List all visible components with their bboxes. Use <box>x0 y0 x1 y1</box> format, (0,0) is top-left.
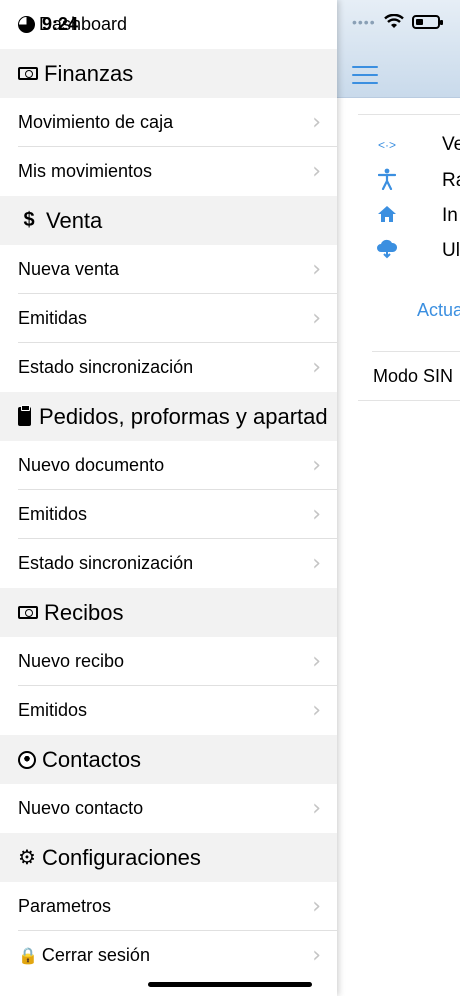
menu-item-label: Emitidas <box>18 308 88 328</box>
section-title: Configuraciones <box>41 844 201 870</box>
gear-icon: ⚙ <box>18 847 36 869</box>
section-header-venta: $ Venta <box>0 196 337 245</box>
chevron-right-icon: › <box>312 355 321 380</box>
chevron-right-icon: › <box>312 698 321 723</box>
code-icon: <·> <box>377 138 396 152</box>
clipboard-icon <box>18 405 31 426</box>
chevron-right-icon: › <box>312 110 321 135</box>
wifi-icon <box>383 14 404 28</box>
chevron-right-icon: › <box>312 257 321 282</box>
menu-item-label: Nuevo documento <box>18 455 165 475</box>
section-title: Contactos <box>42 746 142 772</box>
lock-icon: 🔒 <box>18 947 38 965</box>
section-title: Pedidos, proformas y apartad <box>39 403 328 429</box>
money-icon <box>18 67 38 80</box>
contacts-icon <box>18 750 36 769</box>
info-row-label: Ra <box>442 170 460 191</box>
chevron-right-icon: › <box>312 796 321 821</box>
accessibility-icon <box>372 168 402 195</box>
pie-chart-icon <box>18 16 35 33</box>
menu-item-pedidos-1[interactable]: Emitidos › <box>0 490 337 539</box>
menu-item-venta-1[interactable]: Emitidas › <box>0 294 337 343</box>
menu-item-label: Nueva venta <box>18 259 120 279</box>
section-header-recibos: Recibos <box>0 588 337 637</box>
menu-list: Finanzas Movimiento de caja › Mis movimient… <box>0 49 337 980</box>
menu-item-label: Emitidos <box>18 700 88 720</box>
menu-item-finanzas-0[interactable]: Movimiento de caja › <box>0 98 337 147</box>
menu-item-contactos-0[interactable]: Nuevo contacto › <box>0 784 337 833</box>
info-row-label: In <box>442 205 458 226</box>
chevron-right-icon: › <box>312 943 321 968</box>
chevron-right-icon: › <box>312 159 321 184</box>
menu-item-config-1[interactable]: 🔒 Cerrar sesión › <box>0 931 337 980</box>
section-title: Venta <box>46 207 103 233</box>
chevron-right-icon: › <box>312 453 321 478</box>
menu-item-pedidos-0[interactable]: Nuevo documento › <box>0 441 337 490</box>
hamburger-menu-icon[interactable] <box>352 66 378 84</box>
info-row-label: Ve <box>442 134 460 155</box>
menu-item-venta-0[interactable]: Nueva venta › <box>0 245 337 294</box>
menu-item-config-0[interactable]: Parametros › <box>0 882 337 931</box>
divider <box>372 351 460 352</box>
divider <box>358 400 460 401</box>
info-row-cloud: Ul <box>372 236 460 266</box>
battery-icon <box>411 15 443 29</box>
dollar-icon: $ <box>23 209 35 231</box>
info-row-version: <·> Ve <box>372 130 460 160</box>
section-title: Finanzas <box>44 60 134 86</box>
section-title: Recibos <box>44 599 124 625</box>
section-header-finanzas: Finanzas <box>0 49 337 98</box>
section-header-config: ⚙ Configuraciones <box>0 833 337 882</box>
menu-item-label: Movimiento de caja <box>18 112 174 132</box>
menu-item-label: Estado sincronización <box>18 357 194 377</box>
home-icon <box>372 205 402 228</box>
status-time: 9:24 <box>42 14 79 34</box>
signal-icon: •••• <box>352 14 376 30</box>
menu-item-pedidos-2[interactable]: Estado sincronización › <box>0 539 337 588</box>
divider <box>358 114 460 115</box>
chevron-right-icon: › <box>312 649 321 674</box>
home-indicator <box>148 982 312 987</box>
menu-item-label: Cerrar sesión <box>41 945 150 965</box>
menu-item-label: Nuevo recibo <box>18 651 125 671</box>
status-bar-right: •••• <box>352 14 443 30</box>
menu-item-label: Estado sincronización <box>18 553 194 573</box>
update-link[interactable]: Actua <box>417 300 460 321</box>
chevron-right-icon: › <box>312 306 321 331</box>
chevron-right-icon: › <box>312 502 321 527</box>
menu-item-finanzas-1[interactable]: Mis movimientos › <box>0 147 337 196</box>
side-menu: Dashboard 9:24 Finanzas Movimiento de caj… <box>0 0 337 996</box>
menu-item-label: Parametros <box>18 896 112 916</box>
section-header-pedidos: Pedidos, proformas y apartad <box>0 392 337 441</box>
menu-item-label: Mis movimientos <box>18 161 153 181</box>
money-icon <box>18 606 38 619</box>
mode-text: Modo SIN <box>373 366 454 386</box>
menu-item-recibos-0[interactable]: Nuevo recibo › <box>0 637 337 686</box>
info-row-home: In <box>372 201 458 231</box>
section-header-contactos: Contactos <box>0 735 337 784</box>
chevron-right-icon: › <box>312 894 321 919</box>
chevron-right-icon: › <box>312 551 321 576</box>
info-row-accessibility: Ra <box>372 166 460 196</box>
menu-item-venta-2[interactable]: Estado sincronización › <box>0 343 337 392</box>
cloud-download-icon <box>372 239 402 264</box>
info-row-label: Ul <box>442 240 460 261</box>
menu-item-recibos-1[interactable]: Emitidos › <box>0 686 337 735</box>
menu-item-label: Nuevo contacto <box>18 798 144 818</box>
menu-header: Dashboard 9:24 <box>0 0 337 49</box>
menu-item-label: Emitidos <box>18 504 88 524</box>
